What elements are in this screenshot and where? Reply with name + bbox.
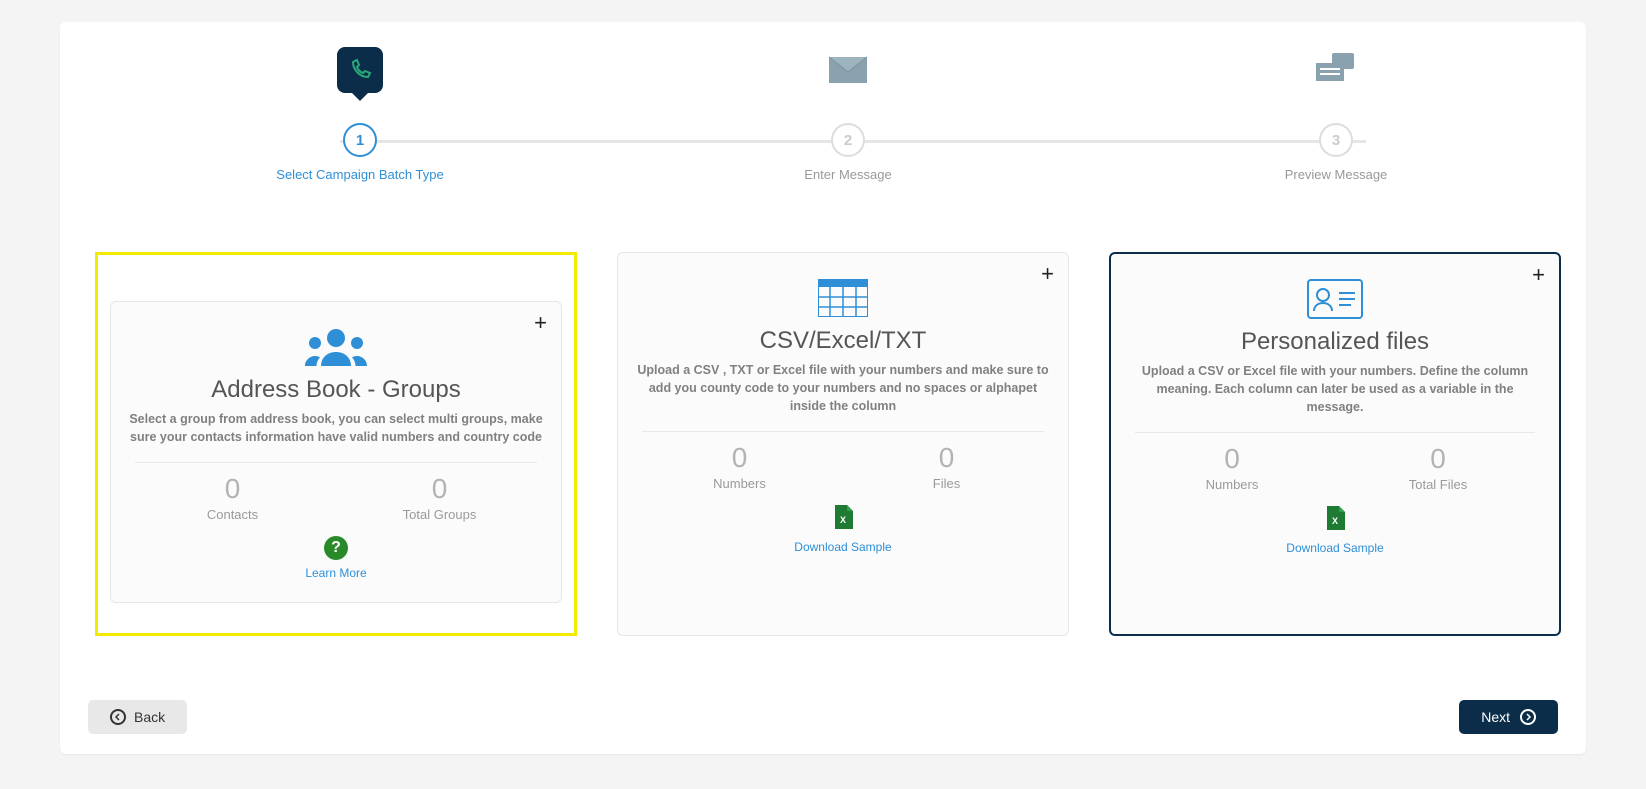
add-address-book-button[interactable]: +	[534, 312, 547, 334]
card-personalized[interactable]: + Personalized files Upload a CSV or Exc…	[1109, 252, 1561, 636]
learn-more-link[interactable]: Learn More	[129, 566, 543, 580]
stat-total-groups-value: 0	[336, 473, 543, 505]
stat-numbers: 0 Numbers	[1129, 443, 1335, 492]
add-personalized-button[interactable]: +	[1532, 264, 1545, 286]
divider	[135, 462, 537, 463]
card-csv-title: CSV/Excel/TXT	[636, 327, 1050, 355]
step-2-label: Enter Message	[804, 167, 891, 182]
highlight-frame: + Address Book - Groups Select a group f…	[95, 252, 577, 636]
step-1-label: Select Campaign Batch Type	[276, 167, 443, 182]
card-action: ? Learn More	[129, 536, 543, 580]
stat-numbers-value: 0	[636, 442, 843, 474]
step-1[interactable]: 1 Select Campaign Batch Type	[260, 42, 460, 182]
stats-row: 0 Numbers 0 Total Files	[1129, 443, 1541, 492]
step-2[interactable]: 2 Enter Message	[748, 42, 948, 182]
excel-file-icon: X	[1325, 506, 1345, 535]
card-action: X Download Sample	[636, 505, 1050, 554]
add-csv-button[interactable]: +	[1041, 263, 1054, 285]
step-1-icon-wrap	[337, 42, 383, 97]
step-1-number: 1	[343, 123, 377, 157]
stat-files: 0 Files	[843, 442, 1050, 491]
stat-files-label: Files	[843, 476, 1050, 491]
arrow-left-icon	[110, 709, 126, 725]
stat-total-files: 0 Total Files	[1335, 443, 1541, 492]
svg-text:X: X	[1332, 516, 1338, 526]
stat-contacts-value: 0	[129, 473, 336, 505]
arrow-right-icon	[1520, 709, 1536, 725]
step-3-number: 3	[1319, 123, 1353, 157]
card-address-book-title: Address Book - Groups	[129, 376, 543, 404]
stat-total-groups-label: Total Groups	[336, 507, 543, 522]
stat-files-value: 0	[843, 442, 1050, 474]
stat-total-groups: 0 Total Groups	[336, 473, 543, 522]
step-3-label: Preview Message	[1285, 167, 1388, 182]
people-icon	[129, 322, 543, 372]
next-button[interactable]: Next	[1459, 700, 1558, 734]
card-address-book-desc: Select a group from address book, you ca…	[129, 410, 543, 446]
stat-contacts-label: Contacts	[129, 507, 336, 522]
step-3[interactable]: 3 Preview Message	[1236, 42, 1436, 182]
card-personalized-desc: Upload a CSV or Excel file with your num…	[1129, 362, 1541, 416]
divider	[1135, 432, 1535, 433]
main-panel: 1 Select Campaign Batch Type 2 Enter Mes…	[60, 22, 1586, 754]
stat-numbers-label: Numbers	[636, 476, 843, 491]
stats-row: 0 Contacts 0 Total Groups	[129, 473, 543, 522]
cards-row: + Address Book - Groups Select a group f…	[80, 182, 1566, 696]
stat-numbers: 0 Numbers	[636, 442, 843, 491]
back-button-label: Back	[134, 709, 165, 725]
card-address-book[interactable]: + Address Book - Groups Select a group f…	[110, 301, 562, 603]
card-csv[interactable]: + CSV/Excel/TXT Upload a CSV , TXT or Ex…	[617, 252, 1069, 636]
excel-file-icon: X	[833, 505, 853, 534]
envelope-icon	[828, 42, 868, 97]
stat-contacts: 0 Contacts	[129, 473, 336, 522]
card-csv-desc: Upload a CSV , TXT or Excel file with yo…	[636, 361, 1050, 415]
download-sample-link[interactable]: Download Sample	[1129, 541, 1541, 555]
divider	[642, 431, 1044, 432]
id-card-icon	[1129, 274, 1541, 324]
card-action: X Download Sample	[1129, 506, 1541, 555]
spreadsheet-icon	[636, 273, 1050, 323]
back-button[interactable]: Back	[88, 700, 187, 734]
stepper: 1 Select Campaign Batch Type 2 Enter Mes…	[80, 42, 1566, 182]
download-sample-link[interactable]: Download Sample	[636, 540, 1050, 554]
card-slot-csv: + CSV/Excel/TXT Upload a CSV , TXT or Ex…	[617, 252, 1069, 636]
stats-row: 0 Numbers 0 Files	[636, 442, 1050, 491]
phone-icon	[337, 47, 383, 93]
stat-numbers-value: 0	[1129, 443, 1335, 475]
help-icon[interactable]: ?	[324, 536, 348, 560]
stepper-steps: 1 Select Campaign Batch Type 2 Enter Mes…	[80, 42, 1566, 182]
stat-total-files-label: Total Files	[1335, 477, 1541, 492]
next-button-label: Next	[1481, 709, 1510, 725]
stat-numbers-label: Numbers	[1129, 477, 1335, 492]
card-slot-personalized: + Personalized files Upload a CSV or Exc…	[1109, 252, 1561, 636]
card-personalized-title: Personalized files	[1129, 328, 1541, 356]
step-2-number: 2	[831, 123, 865, 157]
card-slot-address-book: + Address Book - Groups Select a group f…	[95, 252, 577, 636]
stat-total-files-value: 0	[1335, 443, 1541, 475]
svg-text:X: X	[840, 515, 846, 525]
footer: Back Next	[80, 696, 1566, 736]
chat-icon	[1314, 42, 1358, 97]
